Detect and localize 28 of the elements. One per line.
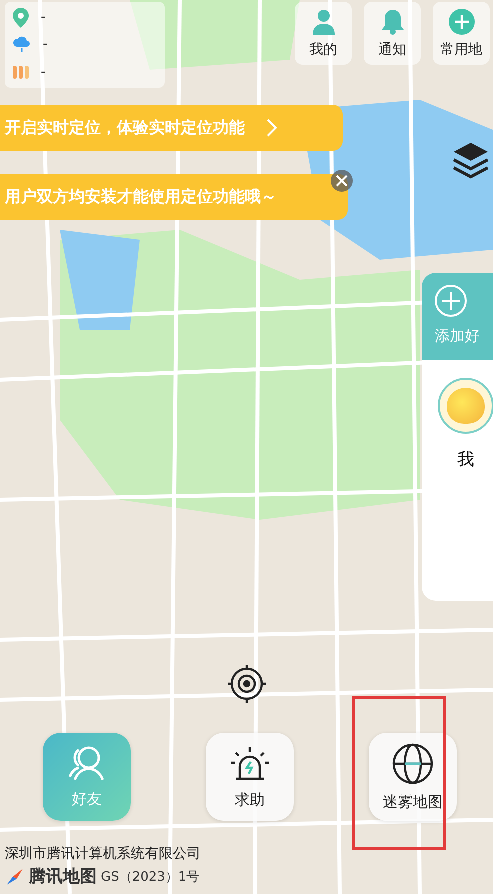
crosshair-icon	[227, 664, 267, 704]
action-button[interactable]: 求助	[206, 733, 294, 821]
chevron-right-icon	[267, 119, 277, 137]
bars-icon	[13, 64, 29, 80]
plus-circle-icon	[435, 285, 467, 317]
attribution-text: 深圳市腾讯计算机系统有限公司	[5, 845, 201, 863]
brand-text: 腾讯地图	[29, 866, 97, 888]
weather-value: -	[43, 37, 48, 52]
plus-circle-icon	[448, 8, 474, 34]
top-button[interactable]: 常用地	[433, 2, 490, 65]
license-text: GS（2023）1号	[101, 868, 200, 886]
bell-icon	[380, 8, 404, 34]
person-icon	[310, 8, 336, 34]
top-button[interactable]: 通知	[364, 2, 421, 65]
banner-text: 用户双方均安装才能使用定位功能哦～	[5, 186, 277, 208]
siren-icon	[230, 744, 270, 782]
close-icon	[336, 175, 348, 187]
weather-value: -	[41, 64, 46, 80]
top-button[interactable]: 我的	[295, 2, 352, 65]
cloud-icon	[13, 36, 31, 54]
banner-text: 开启实时定位，体验实时定位功能	[5, 118, 245, 138]
compass-icon	[5, 866, 25, 886]
friend-item[interactable]: 我	[437, 378, 493, 471]
location-pin-icon	[13, 8, 29, 28]
friends-icon	[67, 746, 107, 782]
globe-icon	[392, 742, 434, 784]
weather-value: -	[41, 10, 46, 26]
action-button[interactable]: 迷雾地图	[369, 733, 457, 821]
